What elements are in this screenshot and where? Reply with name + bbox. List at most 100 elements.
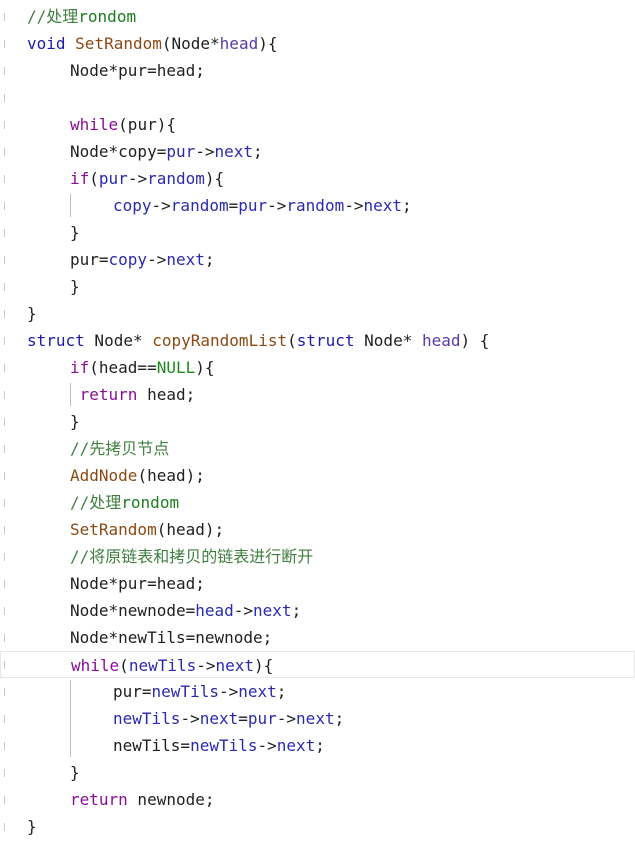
code-line[interactable]: void SetRandom(Node*head){ [0,30,635,57]
code-token: -> [267,196,287,215]
code-text: //将原链表和拷贝的链表进行断开 [70,543,313,570]
code-token: ( [89,169,99,188]
code-line[interactable]: return newnode; [0,786,635,813]
code-text: newTils=newTils->next; [113,732,325,759]
code-token: -> [233,601,254,620]
code-line[interactable]: Node*copy=pur->next; [0,138,635,165]
code-line[interactable]: return head; [0,381,635,408]
code-line[interactable]: if(head==NULL){ [0,354,635,381]
code-token: ; [334,709,345,728]
code-line[interactable]: } [0,408,635,435]
code-text: } [70,408,80,435]
code-text: //处理rondom [70,489,179,516]
code-token: //处理 [70,493,122,512]
code-token: ( [287,331,297,350]
code-line[interactable]: newTils->next=pur->next; [0,705,635,732]
code-line[interactable]: copy->random=pur->random->next; [0,192,635,219]
code-line[interactable]: pur=copy->next; [0,246,635,273]
code-line[interactable]: } [0,219,635,246]
code-line[interactable]: pur=newTils->next; [0,678,635,705]
code-token: newnode; [127,790,215,809]
code-token: next [253,601,292,620]
code-token: newTils= [113,736,191,755]
code-token: (head); [137,466,205,485]
code-token: newTils [128,656,197,675]
code-token: if [70,169,90,188]
code-token: ; [276,682,287,701]
code-line[interactable]: Node*newTils=newnode; [0,624,635,651]
code-token: next [215,656,255,675]
code-line[interactable]: if(pur->random){ [0,165,635,192]
code-text: while(pur){ [70,111,176,138]
code-token: (pur){ [118,115,176,134]
code-text: AddNode(head); [70,462,205,489]
code-token: ; [315,736,325,755]
code-token: SetRandom [70,520,157,539]
code-text: } [27,813,37,840]
code-token: //将原链表和拷贝的链表进行断开 [70,547,314,566]
code-token: Node*newnode= [70,601,196,620]
code-text: newTils->next=pur->next; [113,705,344,732]
code-text: return newnode; [70,786,215,813]
code-token: next [363,196,402,215]
code-token: } [70,277,80,296]
code-line[interactable]: while(newTils->next){ [0,651,635,678]
code-token: //先拷贝节点 [70,439,170,458]
code-token: Node*pur=head; [70,61,205,80]
code-text: Node*copy=pur->next; [70,138,263,165]
code-text: } [70,759,80,786]
code-token: rondom [78,7,137,26]
code-token: Node*pur=head; [70,574,205,593]
code-line[interactable]: } [0,813,635,840]
code-line[interactable]: newTils=newTils->next; [0,732,635,759]
code-token: newTils [151,682,219,701]
code-token: while [71,656,120,675]
code-text: return head; [70,381,196,408]
code-line[interactable]: Node*pur=head; [0,57,635,84]
code-line[interactable]: } [0,273,635,300]
code-line[interactable]: //先拷贝节点 [0,435,635,462]
code-line[interactable]: Node*pur=head; [0,570,635,597]
code-token: -> [257,736,277,755]
code-line[interactable]: } [0,759,635,786]
code-token: //处理 [27,7,79,26]
code-token: } [70,223,80,242]
code-editor[interactable]: //处理rondom void SetRandom(Node*head){Node… [0,0,635,860]
code-token: random [170,196,229,215]
code-line[interactable] [0,84,635,111]
code-token: } [70,412,80,431]
code-token: pur= [70,250,109,269]
code-line[interactable]: //处理rondom [0,489,635,516]
code-text: } [70,273,80,300]
code-token: ; [402,196,412,215]
code-token: (head== [89,358,157,377]
code-token: pur [166,142,196,161]
code-token: head; [137,385,196,404]
code-token: next [166,250,205,269]
code-token: (Node* [161,34,220,53]
code-line[interactable]: while(pur){ [0,111,635,138]
code-token: Node* [84,331,153,350]
code-line[interactable]: SetRandom(head); [0,516,635,543]
code-line[interactable]: AddNode(head); [0,462,635,489]
code-token: ) { [460,331,490,350]
code-token: = [228,196,239,215]
code-line[interactable]: struct Node* copyRandomList(struct Node*… [0,327,635,354]
code-token: } [27,304,37,323]
code-line[interactable]: Node*newnode=head->next; [0,597,635,624]
code-line[interactable]: //处理rondom [0,3,635,30]
code-token: Node*copy= [70,142,167,161]
code-token: ; [253,142,263,161]
code-token: -> [147,250,167,269]
code-text: pur=copy->next; [70,246,215,273]
code-line[interactable]: } [0,300,635,327]
code-token: next [199,709,239,728]
code-token: struct [296,331,355,350]
code-token: return [79,385,138,404]
code-token: pur [238,196,268,215]
code-token: next [214,142,254,161]
code-line[interactable]: //将原链表和拷贝的链表进行断开 [0,543,635,570]
code-token: next [296,709,335,728]
